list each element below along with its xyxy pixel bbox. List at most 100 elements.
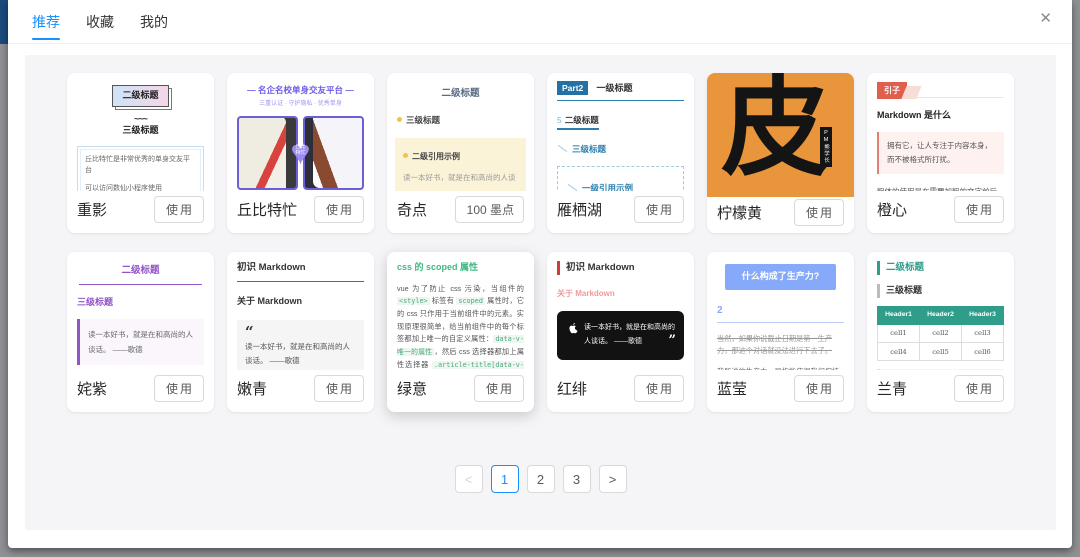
theme-card-chazi[interactable]: 二级标题 三级标题 读一本好书，就是在和高尚的人谈话。 ——歌德 粗体的使用是在… — [67, 252, 214, 412]
card-footer: 雁栖湖 使用 — [547, 191, 694, 233]
table-cell: cell2 — [919, 323, 962, 344]
quote-text: 读一本好书，就是在和高尚的人谈话。 ——歌德 — [584, 324, 675, 345]
tab-mine[interactable]: 我的 — [140, 0, 168, 43]
use-theme-button[interactable]: 使用 — [793, 198, 844, 226]
heart-icon: ♥ 丘比 特忙 — [284, 136, 318, 170]
apple-icon — [566, 321, 579, 339]
tab-recommend[interactable]: 推荐 — [32, 0, 60, 43]
preview-h3: 三级标题 — [557, 143, 684, 156]
use-theme-button[interactable]: 使用 — [633, 374, 684, 402]
theme-card-qiubitemang[interactable]: — 名企名校单身交友平台 — 三重认证 · 守护隐私 · 优秀单身 ♥ 丘比 特… — [227, 73, 374, 233]
preview-quote: 读一本好书，就是在和高尚的人谈话。 ——歌德 — [77, 318, 204, 365]
table-cell: cell1 — [877, 323, 920, 344]
preview-line: 丘比特忙是非常优秀的单身交友平台 — [85, 156, 190, 174]
theme-name: 姹紫 — [77, 380, 108, 398]
theme-preview: 二级标题 三级标题 读一本好书，就是在和高尚的人谈话。 ——歌德 粗体的使用是在… — [67, 252, 214, 370]
theme-preview: 初识 Markdown 关于 Markdown 读一本好书，就是在和高尚的人谈话… — [547, 252, 694, 370]
page-background: 推荐 收藏 我的 ✕ 二级标题 ~~~ 三级标题 丘比特忙是非常优秀的单身交友平… — [0, 0, 1080, 557]
theme-card-qidian[interactable]: 二级标题 三级标题 二级引用示例 读一本好书，就是在和高尚的人谈 奇点 100 … — [387, 73, 534, 233]
use-theme-button[interactable]: 使用 — [313, 195, 364, 223]
preview-h1: 一级标题 — [596, 83, 633, 93]
theme-card-lanqing[interactable]: 二级标题 三级标题 Header1 Header2 Header3 cell1 … — [867, 252, 1014, 412]
quote-title: 二级引用示例 — [403, 151, 518, 163]
preview-h2: 二级标题 — [877, 261, 1004, 276]
quote-title: 一级引用示例 — [582, 182, 633, 191]
use-theme-button[interactable]: 使用 — [153, 195, 204, 223]
table-cell: cell6 — [961, 342, 1004, 362]
card-footer: 柠檬黄 使用 — [707, 197, 854, 233]
use-theme-button[interactable]: 使用 — [473, 374, 524, 402]
preview-quote-dark: 读一本好书，就是在和高尚的人谈话。 ——歌德 ” — [557, 311, 684, 360]
preview-body: 我所说的生产力，是指能使得我们保持长期高效的工作方式，而我对这个问题的回答也很简… — [717, 366, 844, 370]
theme-name: 重影 — [77, 201, 108, 219]
heart-text-line: 特忙 — [295, 150, 306, 157]
use-theme-button[interactable]: 使用 — [313, 374, 364, 402]
pagination-page-1[interactable]: 1 — [490, 465, 519, 493]
card-footer: 绿意 使用 — [387, 370, 534, 412]
theme-name: 橙心 — [877, 201, 908, 219]
preview-h1: 初识 Markdown — [557, 261, 684, 276]
pagination-page-2[interactable]: 2 — [526, 465, 555, 493]
preview-tag-row: 引子 — [877, 82, 1004, 99]
theme-card-yanqihu[interactable]: Part2 一级标题 5二级标题 三级标题 一级引用示例 读一本好书，就是在和高… — [547, 73, 694, 233]
use-theme-button[interactable]: 使用 — [953, 195, 1004, 223]
open-quote-icon: “ — [245, 322, 254, 341]
use-theme-button[interactable]: 使用 — [633, 195, 684, 223]
theme-name: 嫩青 — [237, 380, 268, 398]
body-text: vue 为了防止 css 污染，当组件的 — [397, 283, 524, 293]
theme-preview: 二级标题 ~~~ 三级标题 丘比特忙是非常优秀的单身交友平台 可以访问数仙小程序… — [67, 73, 214, 191]
cover-vertical-seal: PM熊学长 — [819, 127, 832, 167]
card-footer: 橙心 使用 — [867, 191, 1014, 233]
slash-decoration — [567, 183, 578, 191]
theme-preview: 什么构成了生产力? 2 当然，如果你说截止日期是第一生产力，那这个对话就没法进行… — [707, 252, 854, 370]
pagination-page-3[interactable]: 3 — [562, 465, 591, 493]
use-theme-button[interactable]: 使用 — [793, 374, 844, 402]
preview-h1: 初识 Markdown — [237, 261, 364, 283]
preview-quote-box: 一级引用示例 读一本好书，就是在和高尚的人谈话，——歌德 — [557, 166, 684, 191]
preview-title: css 的 scoped 属性 — [397, 262, 479, 272]
pagination-next-button[interactable]: > — [598, 465, 627, 493]
preview-table: Header1 Header2 Header3 cell1 cell2 cell… — [877, 305, 1004, 362]
theme-preview: — 名企名校单身交友平台 — 三重认证 · 守护隐私 · 优秀单身 ♥ 丘比 特… — [227, 73, 374, 191]
preview-h3: 三级标题 — [877, 284, 1004, 298]
preview-h2: 二级标题 — [112, 85, 169, 107]
pagination: < 1 2 3 > — [25, 465, 1056, 493]
theme-name: 蓝莹 — [717, 380, 748, 398]
theme-card-lanying[interactable]: 什么构成了生产力? 2 当然，如果你说截止日期是第一生产力，那这个对话就没法进行… — [707, 252, 854, 412]
theme-preview: css 的 scoped 属性 vue 为了防止 css 污染，当组件的 <st… — [387, 252, 534, 370]
theme-card-chengxin[interactable]: 引子 Markdown 是什么 拥有它，让人专注于内容本身，而不被格式所打扰。 … — [867, 73, 1014, 233]
preview-h3: 三级标题 — [397, 114, 524, 127]
preview-h3: 三级标题 — [77, 297, 114, 308]
preview-quote: 拥有它，让人专注于内容本身，而不被格式所打扰。 — [877, 131, 1004, 174]
theme-preview: 引子 Markdown 是什么 拥有它，让人专注于内容本身，而不被格式所打扰。 … — [867, 73, 1014, 191]
theme-card-zhongying[interactable]: 二级标题 ~~~ 三级标题 丘比特忙是非常优秀的单身交友平台 可以访问数仙小程序… — [67, 73, 214, 233]
preview-h2: 关于 Markdown — [557, 289, 615, 299]
theme-card-nenqing[interactable]: 初识 Markdown 关于 Markdown “ 读一本好书，就是在和高尚的人… — [227, 252, 374, 412]
theme-card-hongfei[interactable]: 初识 Markdown 关于 Markdown 读一本好书，就是在和高尚的人谈话… — [547, 252, 694, 412]
theme-market-dialog: 推荐 收藏 我的 ✕ 二级标题 ~~~ 三级标题 丘比特忙是非常优秀的单身交友平… — [8, 0, 1072, 548]
buy-theme-button[interactable]: 100 墨点 — [454, 195, 524, 223]
preview-h3-text: 三级标题 — [572, 144, 607, 155]
preview-photos: ♥ 丘比 特忙 — [237, 115, 364, 190]
card-footer: 姹紫 使用 — [67, 370, 214, 412]
preview-h2: 关于 Markdown — [237, 296, 303, 307]
theme-card-lvyi[interactable]: css 的 scoped 属性 vue 为了防止 css 污染，当组件的 <st… — [387, 252, 534, 412]
preview-h3: 三级标题 — [122, 124, 159, 135]
preview-h3: Markdown 是什么 — [877, 110, 952, 120]
preview-body: 粗体的使用是在需要加粗的文字前后各加两个 * — [877, 185, 1004, 191]
use-theme-button[interactable]: 使用 — [953, 374, 1004, 402]
close-icon[interactable]: ✕ — [1039, 11, 1052, 26]
part-tag: Part2 — [557, 81, 589, 95]
bullet-dot-icon — [403, 153, 408, 158]
theme-name: 红绯 — [557, 380, 588, 398]
preview-banner-title: — 名企名校单身交友平台 — — [247, 85, 354, 95]
preview-quote-box: 二级引用示例 读一本好书，就是在和高尚的人谈 — [395, 138, 526, 191]
theme-name: 丘比特忙 — [237, 201, 298, 219]
body-text: 标签有 — [429, 296, 457, 306]
slash-decoration — [557, 145, 568, 153]
tab-favorites[interactable]: 收藏 — [86, 0, 114, 43]
theme-card-ningmenghuang[interactable]: 皮 PM熊学长 柠檬黄 使用 — [707, 73, 854, 233]
use-theme-button[interactable]: 使用 — [153, 374, 204, 402]
pagination-prev-button[interactable]: < — [454, 465, 483, 493]
theme-preview: 皮 PM熊学长 — [707, 73, 854, 197]
